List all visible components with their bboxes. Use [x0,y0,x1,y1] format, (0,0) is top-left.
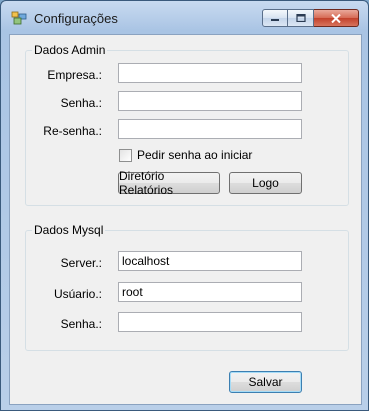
logo-button[interactable]: Logo [229,172,302,194]
minimize-button[interactable] [262,9,288,27]
server-label: Server.: [60,256,102,270]
mysql-senha-label: Senha.: [60,317,102,331]
admin-group-label: Dados Admin [32,43,108,57]
form-client-area: Dados Admin Empresa.: Senha.: Re-senha.:… [9,34,362,405]
usuario-input[interactable] [118,282,302,302]
empresa-label: Empresa.: [47,68,102,82]
diretorio-relatorios-button[interactable]: Diretório Relatórios [118,169,220,197]
empresa-input[interactable] [118,63,302,83]
title-bar[interactable]: Configurações [1,1,368,35]
mysql-group-label: Dados Mysql [32,223,106,237]
window-title: Configurações [34,11,118,26]
minimize-icon [271,19,279,21]
app-icon [11,11,27,25]
mysql-senha-input[interactable] [118,312,302,332]
resenha-label: Re-senha.: [43,124,102,138]
senha-label: Senha.: [60,96,102,110]
maximize-icon [295,14,306,22]
maximize-button[interactable] [288,9,314,27]
pedir-senha-checkbox[interactable] [119,149,132,162]
save-button[interactable]: Salvar [229,371,302,393]
server-input[interactable] [118,251,302,271]
mysql-group: Dados Mysql Server.: Usúario.: Senha.: [25,223,349,351]
senha-input[interactable] [118,91,302,111]
admin-group: Dados Admin Empresa.: Senha.: Re-senha.:… [25,43,349,206]
close-icon [331,13,341,23]
usuario-label: Usúario.: [53,287,102,301]
resenha-input[interactable] [118,119,302,139]
config-window: Configurações Dados Admin Empresa.: Senh… [0,0,369,411]
pedir-senha-label[interactable]: Pedir senha ao iniciar [137,148,252,162]
close-button[interactable] [314,9,359,27]
